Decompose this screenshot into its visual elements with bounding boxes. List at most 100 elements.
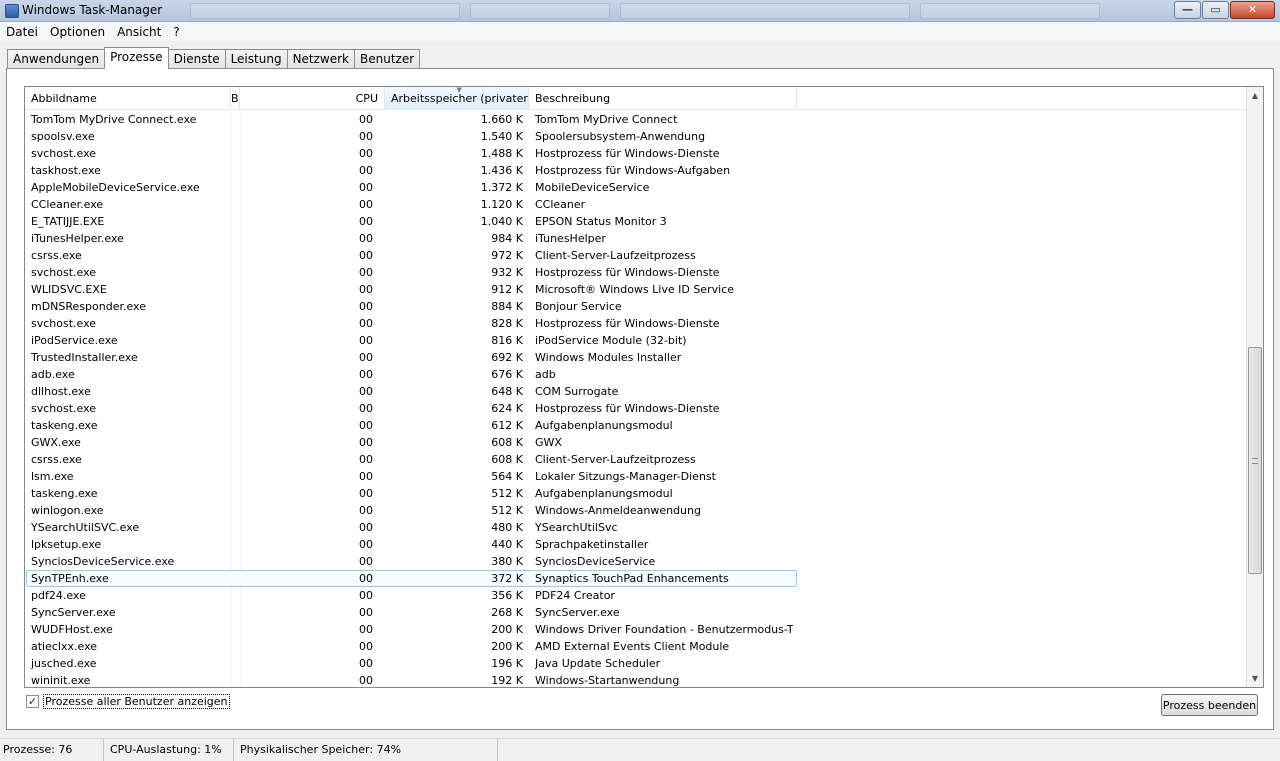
cell-description: iPodService Module (32-bit) [535, 334, 687, 347]
show-all-users-option[interactable]: ✓ Prozesse aller Benutzer anzeigen [26, 694, 230, 709]
cell-memory: 512 K [491, 487, 523, 500]
table-row[interactable]: TrustedInstaller.exe 00 692 K Windows Modul… [25, 349, 1246, 366]
tab-services[interactable]: Dienste [167, 49, 226, 69]
table-row[interactable]: YSearchUtilSVC.exe 00 480 K YSearchUtilSvc [25, 519, 1246, 536]
column-header-memory[interactable]: ▼ Arbeitsspeicher (privater ... [385, 87, 529, 110]
table-row[interactable]: SyncServer.exe 00 268 K SyncServer.exe [25, 604, 1246, 621]
column-header-description[interactable]: Beschreibung [529, 87, 797, 110]
menu-help[interactable]: ? [167, 25, 185, 39]
table-row[interactable]: mDNSResponder.exe 00 884 K Bonjour Service [25, 298, 1246, 315]
table-row[interactable]: svchost.exe 00 932 K Hostprozess für Window… [25, 264, 1246, 281]
minimize-button[interactable]: — [1174, 1, 1201, 19]
cell-cpu: 00 [359, 419, 373, 432]
cell-image-name: adb.exe [31, 368, 75, 381]
menu-view[interactable]: Ansicht [111, 25, 167, 39]
cell-cpu: 00 [359, 657, 373, 670]
table-row[interactable]: TomTom MyDrive Connect.exe 00 1.660 K TomTo… [25, 111, 1246, 128]
cell-cpu: 00 [359, 351, 373, 364]
scrollbar-thumb[interactable] [1248, 347, 1262, 574]
table-row[interactable]: CCleaner.exe 00 1.120 K CCleaner [25, 196, 1246, 213]
table-row[interactable]: GWX.exe 00 608 K GWX [25, 434, 1246, 451]
table-row[interactable]: SynciosDeviceService.exe 00 380 K SynciosDe… [25, 553, 1246, 570]
table-row[interactable]: lsm.exe 00 564 K Lokaler Sitzungs-Manager-D… [25, 468, 1246, 485]
list-header: Abbildname B CPU ▼ Arbeitsspeicher (priv… [25, 87, 1246, 110]
cell-description: PDF24 Creator [535, 589, 615, 602]
column-header-user[interactable]: B [231, 87, 240, 110]
cell-memory: 1.540 K [480, 130, 523, 143]
cell-memory: 372 K [491, 572, 523, 585]
table-row[interactable]: svchost.exe 00 624 K Hostprozess für Window… [25, 400, 1246, 417]
table-row[interactable]: wininit.exe 00 192 K Windows-Startanwendung [25, 672, 1246, 687]
table-row[interactable]: WUDFHost.exe 00 200 K Windows Driver Founda… [25, 621, 1246, 638]
table-row[interactable]: jusched.exe 00 196 K Java Update Scheduler [25, 655, 1246, 672]
table-row[interactable]: taskeng.exe 00 512 K Aufgabenplanungsmodul [25, 485, 1246, 502]
table-row[interactable]: iTunesHelper.exe 00 984 K iTunesHelper [25, 230, 1246, 247]
table-row[interactable]: adb.exe 00 676 K adb [25, 366, 1246, 383]
tab-applications[interactable]: Anwendungen [7, 49, 106, 69]
cell-image-name: iPodService.exe [31, 334, 118, 347]
cell-description: Client-Server-Laufzeitprozess [535, 249, 696, 262]
cell-image-name: jusched.exe [31, 657, 97, 670]
cell-description: COM Surrogate [535, 385, 619, 398]
vertical-scrollbar[interactable]: ▲ ▼ [1246, 87, 1263, 687]
cell-image-name: TrustedInstaller.exe [31, 351, 138, 364]
table-row[interactable]: pdf24.exe 00 356 K PDF24 Creator [25, 587, 1246, 604]
cell-cpu: 00 [359, 130, 373, 143]
cell-description: YSearchUtilSvc [535, 521, 618, 534]
table-row[interactable]: lpksetup.exe 00 440 K Sprachpaketinstaller [25, 536, 1246, 553]
scroll-up-arrow-icon[interactable]: ▲ [1247, 87, 1263, 104]
cell-description: TomTom MyDrive Connect [535, 113, 678, 126]
table-row[interactable]: svchost.exe 00 1.488 K Hostprozess für Wind… [25, 145, 1246, 162]
cell-image-name: taskhost.exe [31, 164, 101, 177]
table-row[interactable]: WLIDSVC.EXE 00 912 K Microsoft® Windows Liv… [25, 281, 1246, 298]
column-header-cpu[interactable]: CPU [240, 87, 385, 110]
table-row[interactable]: iPodService.exe 00 816 K iPodService Module… [25, 332, 1246, 349]
cell-description: Client-Server-Laufzeitprozess [535, 453, 696, 466]
tab-performance[interactable]: Leistung [224, 49, 288, 69]
table-row[interactable]: SynTPEnh.exe 00 372 K Synaptics TouchPad En… [25, 570, 1246, 587]
table-row[interactable]: taskhost.exe 00 1.436 K Hostprozess für Win… [25, 162, 1246, 179]
cell-description: MobileDeviceService [535, 181, 650, 194]
table-row[interactable]: winlogon.exe 00 512 K Windows-Anmeldeanwend… [25, 502, 1246, 519]
table-row[interactable]: dllhost.exe 00 648 K COM Surrogate [25, 383, 1246, 400]
show-all-users-label[interactable]: Prozesse aller Benutzer anzeigen [43, 694, 230, 709]
cell-image-name: mDNSResponder.exe [31, 300, 147, 313]
show-all-users-checkbox[interactable]: ✓ [26, 695, 39, 708]
table-row[interactable]: svchost.exe 00 828 K Hostprozess für Window… [25, 315, 1246, 332]
cell-cpu: 00 [359, 283, 373, 296]
menu-file[interactable]: Datei [0, 25, 44, 39]
cell-image-name: svchost.exe [31, 402, 97, 415]
cell-image-name: lsm.exe [31, 470, 74, 483]
cell-cpu: 00 [359, 368, 373, 381]
cell-description: Windows-Startanwendung [535, 674, 680, 687]
table-row[interactable]: spoolsv.exe 00 1.540 K Spoolersubsystem-Anw… [25, 128, 1246, 145]
column-header-image-name[interactable]: Abbildname [25, 87, 231, 110]
cell-memory: 884 K [491, 300, 523, 313]
tab-processes[interactable]: Prozesse [104, 47, 169, 69]
close-icon: ✕ [1247, 3, 1258, 16]
table-row[interactable]: atieclxx.exe 00 200 K AMD External Events C… [25, 638, 1246, 655]
scroll-down-arrow-icon[interactable]: ▼ [1247, 670, 1263, 687]
cell-memory: 984 K [491, 232, 523, 245]
table-row[interactable]: taskeng.exe 00 612 K Aufgabenplanungsmodul [25, 417, 1246, 434]
end-process-button[interactable]: Prozess beenden [1161, 694, 1258, 716]
maximize-button[interactable]: ▭ [1202, 1, 1229, 19]
list-body: TomTom MyDrive Connect.exe 00 1.660 K TomTo… [25, 111, 1246, 687]
title-bar[interactable]: Windows Task-Manager — ▭ ✕ [0, 0, 1280, 22]
tab-network[interactable]: Netzwerk [286, 49, 356, 69]
background-tab-ghost [470, 3, 610, 19]
table-row[interactable]: csrss.exe 00 972 K Client-Server-Laufzeitpr… [25, 247, 1246, 264]
menu-options[interactable]: Optionen [44, 25, 111, 39]
cell-memory: 200 K [491, 640, 523, 653]
table-row[interactable]: E_TATIJJE.EXE 00 1.040 K EPSON Status Monit… [25, 213, 1246, 230]
cell-image-name: winlogon.exe [31, 504, 104, 517]
table-row[interactable]: AppleMobileDeviceService.exe 00 1.372 K Mob… [25, 179, 1246, 196]
table-row[interactable]: csrss.exe 00 608 K Client-Server-Laufzeitpr… [25, 451, 1246, 468]
cell-image-name: YSearchUtilSVC.exe [31, 521, 140, 534]
cell-image-name: svchost.exe [31, 147, 97, 160]
close-button[interactable]: ✕ [1230, 1, 1275, 19]
cell-description: Windows-Anmeldeanwendung [535, 504, 701, 517]
process-list[interactable]: Abbildname B CPU ▼ Arbeitsspeicher (priv… [24, 86, 1264, 688]
tab-users[interactable]: Benutzer [354, 49, 421, 69]
cell-cpu: 00 [359, 487, 373, 500]
